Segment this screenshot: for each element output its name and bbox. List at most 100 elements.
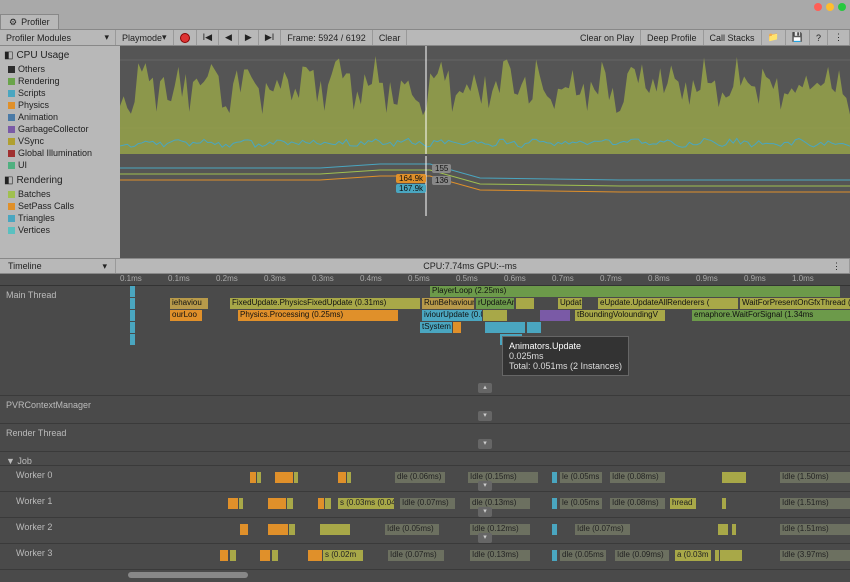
timeline-bar[interactable] [260, 550, 270, 561]
legend-item[interactable]: SetPass Calls [4, 200, 116, 212]
playmode-dropdown[interactable]: Playmode ▾ [116, 30, 174, 45]
timeline-view-dropdown[interactable]: Timeline ▾ [0, 259, 116, 273]
cpu-usage-header[interactable]: ◧ CPU Usage [4, 48, 116, 63]
worker-content[interactable]: dle (0.06ms)Idle (0.15ms)le (0.05msIdle … [120, 466, 850, 491]
timeline-bar[interactable]: le (0.05ms [560, 472, 602, 483]
timeline-bar[interactable] [722, 498, 726, 509]
min-dot[interactable] [826, 3, 834, 11]
expand-icon[interactable]: ▾ [478, 439, 492, 449]
timeline-bar[interactable] [294, 472, 298, 483]
timeline-bar[interactable] [318, 498, 324, 509]
timeline-bar[interactable] [239, 498, 243, 509]
timeline-bar[interactable]: hread [670, 498, 696, 509]
timeline-bar[interactable] [289, 524, 295, 535]
legend-item[interactable]: Animation [4, 111, 116, 123]
time-ruler[interactable]: 0.1ms0.1ms0.2ms0.3ms0.3ms0.4ms0.5ms0.5ms… [0, 274, 850, 286]
timeline-bar[interactable]: tBoundingVoloundingV [575, 310, 665, 321]
timeline-bar[interactable] [552, 498, 557, 509]
timeline-bar[interactable] [347, 472, 351, 483]
timeline-bar[interactable] [453, 322, 461, 333]
timeline-bar[interactable]: emaphore.WaitForSignal (1.34ms [692, 310, 850, 321]
timeline-bar[interactable]: Idle (0.08ms) [610, 498, 665, 509]
timeline-bar[interactable] [540, 310, 570, 321]
timeline-bar[interactable]: eUpdate.UpdateAllRenderers ( [598, 298, 738, 309]
timeline-bar[interactable] [516, 298, 534, 309]
deep-profile-toggle[interactable]: Deep Profile [641, 30, 704, 45]
legend-item[interactable]: Batches [4, 188, 116, 200]
rendering-header[interactable]: ◧ Rendering [4, 173, 116, 188]
timeline-bar[interactable] [220, 550, 228, 561]
worker-content[interactable]: s (0.03ms (0.04Idle (0.07ms)dle (0.13ms)… [120, 492, 850, 517]
timeline-bar[interactable] [130, 286, 135, 297]
timeline-bar[interactable] [287, 498, 293, 509]
help-button[interactable]: ? [810, 30, 828, 45]
legend-item[interactable]: Vertices [4, 224, 116, 236]
timeline-bar[interactable] [718, 524, 728, 535]
timeline-bar[interactable] [483, 310, 507, 321]
call-stacks-toggle[interactable]: Call Stacks [704, 30, 762, 45]
main-thread-content[interactable]: ▴ Animators.Update 0.025ms Total: 0.051m… [120, 286, 850, 395]
forward-button[interactable]: ▶ [239, 30, 259, 45]
close-dot[interactable] [814, 3, 822, 11]
timeline-bar[interactable]: Idle (0.07ms) [400, 498, 455, 509]
timeline-bar[interactable] [268, 498, 286, 509]
expand-icon[interactable]: ▾ [478, 481, 492, 491]
timeline-bar[interactable] [130, 310, 135, 321]
legend-item[interactable]: Others [4, 63, 116, 75]
timeline-bar[interactable] [325, 498, 331, 509]
expand-icon[interactable]: ▴ [478, 383, 492, 393]
tab-profiler[interactable]: ⚙ Profiler [0, 14, 59, 29]
timeline-bar[interactable]: Physics.Processing (0.25ms) [238, 310, 398, 321]
record-button[interactable] [174, 30, 197, 45]
timeline-bar[interactable]: Updat [558, 298, 582, 309]
legend-item[interactable]: Physics [4, 99, 116, 111]
scroll-thumb[interactable] [128, 572, 248, 578]
timeline-bar[interactable] [527, 322, 541, 333]
timeline-bar[interactable] [130, 298, 135, 309]
save-button[interactable]: 💾 [786, 30, 810, 45]
expand-icon[interactable]: ▾ [478, 411, 492, 421]
legend-item[interactable]: UI [4, 159, 116, 171]
timeline-bar[interactable]: a (0.03m [675, 550, 711, 561]
timeline-bar[interactable] [250, 472, 256, 483]
timeline-bar[interactable]: Idle (0.07ms) [575, 524, 630, 535]
clear-button[interactable]: Clear [373, 30, 408, 45]
timeline-bar[interactable]: Idle (0.13ms) [470, 550, 530, 561]
timeline-bar[interactable]: tSystem [420, 322, 452, 333]
job-label[interactable]: ▼ Job [0, 452, 120, 465]
chart-area[interactable]: Selected: Animators.Update 4ms (250FPS) … [120, 46, 850, 258]
timeline-bar[interactable]: Idle (1.50ms) [780, 472, 850, 483]
profiler-modules-dropdown[interactable]: Profiler Modules ▾ [0, 30, 116, 45]
back-button[interactable]: ◀ [219, 30, 239, 45]
timeline-bar[interactable] [240, 524, 248, 535]
prev-frame-button[interactable]: I◀ [197, 30, 219, 45]
expand-icon[interactable]: ▾ [478, 507, 492, 517]
timeline-bar[interactable]: Idle (0.07ms) [388, 550, 444, 561]
timeline-bar[interactable] [308, 550, 322, 561]
worker-content[interactable]: Idle (0.05ms)Idle (0.12ms)Idle (0.07ms)I… [120, 518, 850, 543]
legend-item[interactable]: VSync [4, 135, 116, 147]
timeline-bar[interactable]: Idle (0.05ms) [385, 524, 439, 535]
timeline-bar[interactable] [268, 524, 288, 535]
timeline-bar[interactable]: dle (0.06ms) [395, 472, 445, 483]
timeline-bar[interactable]: WaitForPresentOnGfxThread (1.3 [740, 298, 850, 309]
timeline-bar[interactable]: Idle (3.97ms) [780, 550, 850, 561]
max-dot[interactable] [838, 3, 846, 11]
legend-item[interactable]: Scripts [4, 87, 116, 99]
timeline-bar[interactable] [715, 550, 719, 561]
timeline-bar[interactable] [552, 472, 557, 483]
timeline-bar[interactable] [732, 524, 736, 535]
timeline-bar[interactable] [552, 524, 557, 535]
timeline-bar[interactable]: dle (0.05ms [560, 550, 606, 561]
timeline-bar[interactable]: ourLoo [170, 310, 202, 321]
timeline-bar[interactable] [257, 472, 261, 483]
timeline-bar[interactable] [230, 550, 236, 561]
pvr-content[interactable]: ▾ [120, 396, 850, 423]
timeline-bar[interactable]: Idle (1.51ms) [780, 498, 850, 509]
timeline-bar[interactable] [275, 472, 293, 483]
timeline-bar[interactable]: Idle (0.09ms) [615, 550, 669, 561]
legend-item[interactable]: GarbageCollector [4, 123, 116, 135]
timeline-bar[interactable]: s (0.02m [323, 550, 363, 561]
timeline-menu[interactable]: ⋮ [824, 259, 850, 273]
timeline-bar[interactable]: FixedUpdate.PhysicsFixedUpdate (0.31ms) [230, 298, 420, 309]
